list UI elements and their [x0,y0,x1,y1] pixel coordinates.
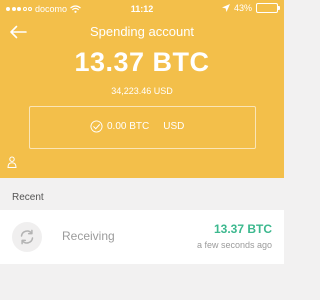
pending-check-icon [90,120,103,133]
pending-amount: 0.00 BTC [107,121,150,132]
status-bar-right: 43% [221,3,280,13]
pending-balance-box[interactable]: 0.00 BTC USD [29,106,256,149]
transaction-amount: 13.37 BTC [213,222,272,236]
location-arrow-icon [221,4,230,12]
transaction-label: Receiving [62,229,115,243]
transaction-time: a few seconds ago [196,240,272,250]
account-header: docomo 11:12 43% Spending account 13.37 … [0,0,284,178]
recent-section-label: Recent [12,192,44,203]
person-icon[interactable] [7,156,17,168]
transaction-row[interactable]: Receiving 13.37 BTC a few seconds ago [0,210,284,264]
pending-currency: USD [163,121,185,132]
balance-fiat: 34,223.46 USD [111,86,173,96]
refresh-icon [20,229,34,245]
status-bar: docomo 11:12 43% [0,0,284,18]
battery-icon [256,3,280,13]
battery-percentage: 43% [233,3,252,13]
pending-balance-row: 0.00 BTC USD [90,120,184,133]
page-title: Spending account [89,24,195,39]
balance-amount: 13.37 BTC [74,47,210,77]
transaction-icon [12,222,42,252]
